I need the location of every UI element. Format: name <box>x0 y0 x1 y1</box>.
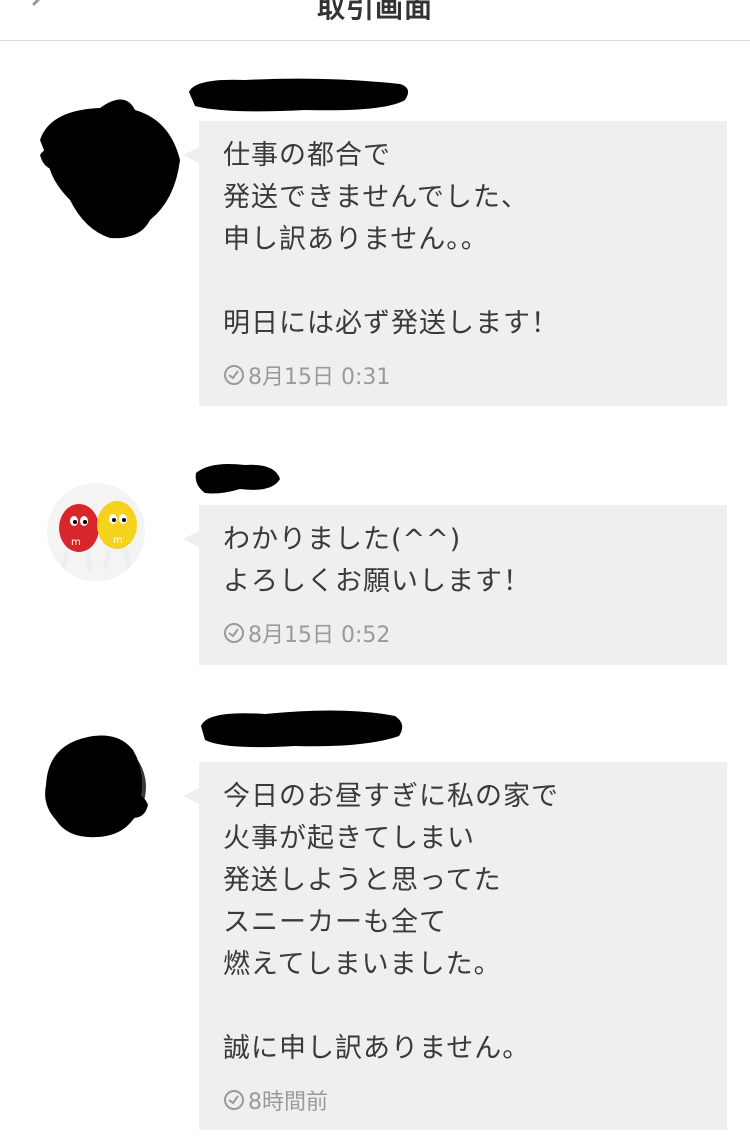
clock-icon <box>224 623 244 643</box>
avatar: m m <box>47 483 145 581</box>
avatar-image: m m <box>47 483 145 581</box>
message-text: わかりました(^^) よろしくお願いします！ <box>223 524 531 597</box>
timestamp-label: 8時間前 <box>248 1090 328 1115</box>
svg-text:m: m <box>71 537 81 548</box>
timestamp-label: 8月15日 0:31 <box>248 365 391 390</box>
page-title: 取引画面 <box>316 0 433 24</box>
avatar <box>40 99 180 239</box>
sender-name-redacted <box>195 464 280 494</box>
message-timestamp: 8月15日 0:31 <box>223 359 703 391</box>
clock-icon <box>224 1090 244 1110</box>
app-header: 取引画面 <box>0 0 750 41</box>
message-timestamp: 8月15日 0:52 <box>223 617 703 649</box>
message-timestamp: 8時間前 <box>223 1084 703 1116</box>
clock-icon <box>224 365 244 385</box>
avatar <box>45 735 148 838</box>
sender-name-redacted <box>201 710 403 748</box>
message-bubble: 今日のお昼すぎに私の家で 火事が起きてしまい 発送しようと思ってた スニーカーも… <box>183 762 727 1130</box>
message-bubble: 仕事の都合で 発送できませんでした、 申し訳ありません。。 明日には必ず発送しま… <box>183 121 727 406</box>
message-text: 仕事の都合で 発送できませんでした、 申し訳ありません。。 明日には必ず発送しま… <box>223 140 559 339</box>
message-text: 今日のお昼すぎに私の家で 火事が起きてしまい 発送しようと思ってた スニーカーも… <box>223 781 559 1064</box>
message-bubble: わかりました(^^) よろしくお願いします！ 8月15日 0:52 <box>183 505 727 665</box>
timestamp-label: 8月15日 0:52 <box>248 623 391 648</box>
sender-name-redacted <box>189 78 409 112</box>
svg-text:m: m <box>113 535 123 546</box>
